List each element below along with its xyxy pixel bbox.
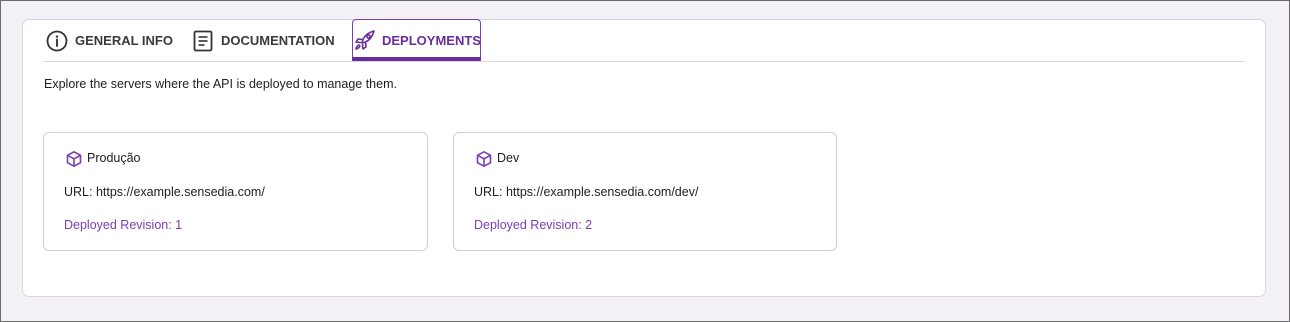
tab-deployments-label: DEPLOYMENTS: [382, 32, 481, 48]
deployment-url: URL: https://example.sensedia.com/: [64, 185, 265, 199]
deployment-card-header: Dev: [475, 147, 519, 168]
deployment-name: Produção: [87, 150, 141, 165]
deployments-intro-text: Explore the servers where the API is dep…: [44, 77, 397, 91]
tab-documentation-label: DOCUMENTATION: [221, 33, 335, 48]
tab-general-info-label: GENERAL INFO: [75, 33, 173, 48]
tab-deployments[interactable]: DEPLOYMENTS: [352, 19, 481, 61]
cube-icon: [65, 150, 83, 168]
tab-bar: GENERAL INFO DOCUMENTATION DEPLOYMENTS: [43, 19, 1245, 62]
cube-icon: [475, 150, 493, 168]
deployment-revision: Deployed Revision: 2: [474, 218, 593, 232]
rocket-icon: [353, 28, 377, 52]
deployment-card-header: Produção: [65, 147, 141, 168]
tab-general-info[interactable]: GENERAL INFO: [45, 20, 173, 61]
info-circle-icon: [45, 29, 69, 53]
deployment-name: Dev: [497, 150, 520, 165]
tab-documentation[interactable]: DOCUMENTATION: [191, 20, 335, 61]
deployment-card-dev[interactable]: Dev URL: https://example.sensedia.com/de…: [453, 132, 837, 251]
deployment-url: URL: https://example.sensedia.com/dev/: [474, 185, 699, 199]
deployment-card-producao[interactable]: Produção URL: https://example.sensedia.c…: [43, 132, 428, 251]
deployment-revision: Deployed Revision: 1: [64, 218, 183, 232]
api-details-panel: GENERAL INFO DOCUMENTATION DEPLOYMENTS E…: [22, 19, 1266, 297]
document-icon: [191, 29, 215, 53]
